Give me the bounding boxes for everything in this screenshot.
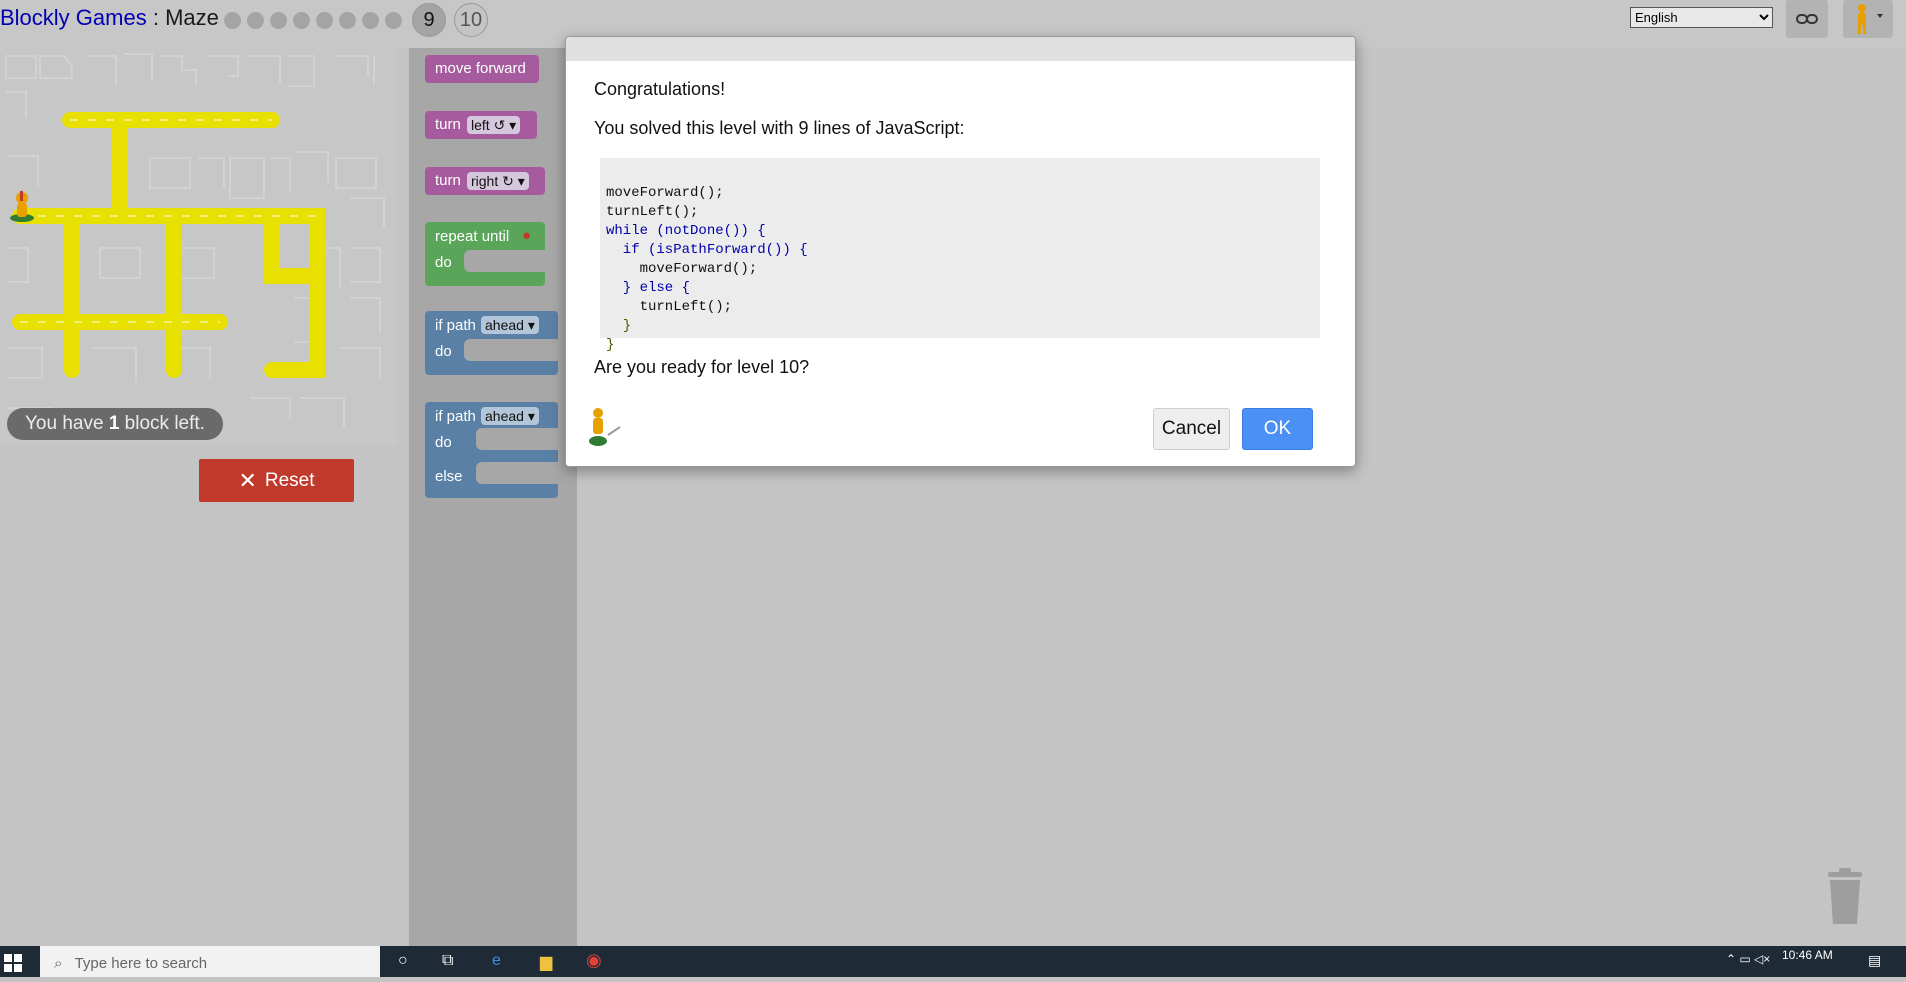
turn-left-value: left ↺ <box>471 117 506 133</box>
link-button[interactable] <box>1786 0 1828 38</box>
code-line: if (isPathForward()) { <box>606 242 808 258</box>
app-title-link[interactable]: Blockly Games <box>0 5 147 30</box>
turn-label: turn <box>435 172 461 189</box>
congratulations-dialog: Congratulations! You solved this level w… <box>565 36 1356 467</box>
do-label: do <box>435 343 452 360</box>
path-direction-dropdown[interactable]: ahead ▾ <box>481 316 539 334</box>
ok-button[interactable]: OK <box>1242 408 1313 450</box>
level-dot[interactable] <box>339 11 356 29</box>
search-icon: ⌕ <box>54 955 63 972</box>
code-line: } <box>606 318 632 334</box>
if-path-else-block[interactable]: if path ahead ▾ do else <box>425 402 558 498</box>
pegman-icon <box>589 408 621 446</box>
dialog-message: You solved this level with 9 lines of Ja… <box>594 118 965 138</box>
windows-taskbar: ⌕ Type here to search ○ ⧉ e ▆ ◉ ⌃ ▭ ◁× 1… <box>0 946 1906 977</box>
trash-icon[interactable] <box>1824 868 1866 926</box>
turn-right-value: right ↻ <box>471 173 514 189</box>
if-path-label: if path <box>435 408 476 425</box>
search-placeholder: Type here to search <box>74 955 208 972</box>
statement-slot <box>464 339 558 361</box>
turn-label: turn <box>435 116 461 133</box>
status-prefix: You have <box>25 413 109 434</box>
code-line: } <box>606 337 615 353</box>
level-dot[interactable] <box>293 11 310 29</box>
statement-slot <box>476 462 558 484</box>
page-title: Blockly Games : Maze <box>0 5 219 31</box>
game-title: Maze <box>165 5 219 30</box>
code-line: moveForward(); <box>606 261 758 277</box>
dialog-heading: Congratulations! <box>594 79 726 99</box>
turn-direction-dropdown[interactable]: left ↺ ▾ <box>467 116 521 134</box>
level-dot[interactable] <box>385 11 402 29</box>
windows-start-icon[interactable] <box>4 954 22 972</box>
turn-right-block[interactable]: turn right ↻ ▾ <box>425 167 545 195</box>
code-line: moveForward(); <box>606 185 724 201</box>
level-dot[interactable] <box>247 11 264 29</box>
path-direction-dropdown[interactable]: ahead ▾ <box>481 407 539 425</box>
if-path-block[interactable]: if path ahead ▾ do <box>425 311 558 375</box>
level-dot[interactable] <box>270 11 287 29</box>
level-dot[interactable] <box>316 11 333 29</box>
blocks-left-status: You have 1 block left. <box>7 408 223 440</box>
else-label: else <box>435 468 463 485</box>
move-forward-label: move forward <box>435 60 526 77</box>
maze-canvas <box>0 48 397 445</box>
code-line: } else { <box>606 280 691 296</box>
if-path-label: if path <box>435 317 476 334</box>
do-label: do <box>435 254 452 271</box>
next-level-badge[interactable]: 10 <box>454 3 488 37</box>
code-line: while (notDone()) { <box>606 223 766 239</box>
ahead-value: ahead <box>485 317 524 333</box>
dialog-question: Are you ready for level 10? <box>594 357 810 377</box>
do-label: do <box>435 434 452 451</box>
current-level-badge[interactable]: 9 <box>412 3 446 37</box>
code-line: turnLeft(); <box>606 204 699 220</box>
cortana-icon[interactable]: ○ <box>398 952 408 970</box>
turn-left-block[interactable]: turn left ↺ ▾ <box>425 111 537 139</box>
status-suffix: block left. <box>119 413 205 434</box>
turn-direction-dropdown[interactable]: right ↻ ▾ <box>467 172 529 190</box>
level-dot[interactable] <box>224 11 241 29</box>
folder-icon[interactable]: ▆ <box>540 952 552 972</box>
reset-label: Reset <box>264 469 315 491</box>
code-line: turnLeft(); <box>606 299 733 315</box>
maze-board <box>5 53 385 436</box>
taskbar-search[interactable]: ⌕ Type here to search <box>40 946 380 977</box>
link-icon <box>1796 14 1818 24</box>
notifications-icon[interactable]: ▤ <box>1868 952 1881 969</box>
clock[interactable]: 10:46 AM <box>1782 948 1833 962</box>
pegman-button[interactable] <box>1843 0 1893 38</box>
title-separator: : <box>146 5 166 30</box>
pegman-icon <box>1858 4 1883 34</box>
dialog-title-bar[interactable] <box>566 37 1355 61</box>
cancel-button[interactable]: Cancel <box>1153 408 1230 450</box>
reset-button[interactable]: ✕ Reset <box>199 459 354 502</box>
language-select[interactable]: English <box>1630 7 1773 28</box>
ahead-value: ahead <box>485 408 524 424</box>
x-icon: ✕ <box>238 467 257 493</box>
move-forward-block[interactable]: move forward <box>425 55 539 83</box>
chevron-down-icon <box>1877 14 1883 18</box>
chrome-icon[interactable]: ◉ <box>586 950 602 971</box>
level-dot[interactable] <box>362 11 379 29</box>
repeat-until-label: repeat until <box>435 228 510 245</box>
pegman-icon <box>10 191 34 222</box>
statement-slot <box>476 428 558 450</box>
system-tray-icon[interactable]: ⌃ ▭ ◁× <box>1726 952 1770 966</box>
code-listing: moveForward(); turnLeft(); while (notDon… <box>600 158 1320 353</box>
edge-icon[interactable]: e <box>492 952 501 970</box>
statement-slot <box>464 250 545 272</box>
blocks-left-count: 1 <box>108 413 120 434</box>
repeat-until-block[interactable]: repeat until ● do <box>425 222 545 286</box>
level-selector: 9 10 <box>224 3 488 37</box>
goal-marker-icon: ● <box>522 227 532 244</box>
task-view-icon[interactable]: ⧉ <box>442 952 453 970</box>
